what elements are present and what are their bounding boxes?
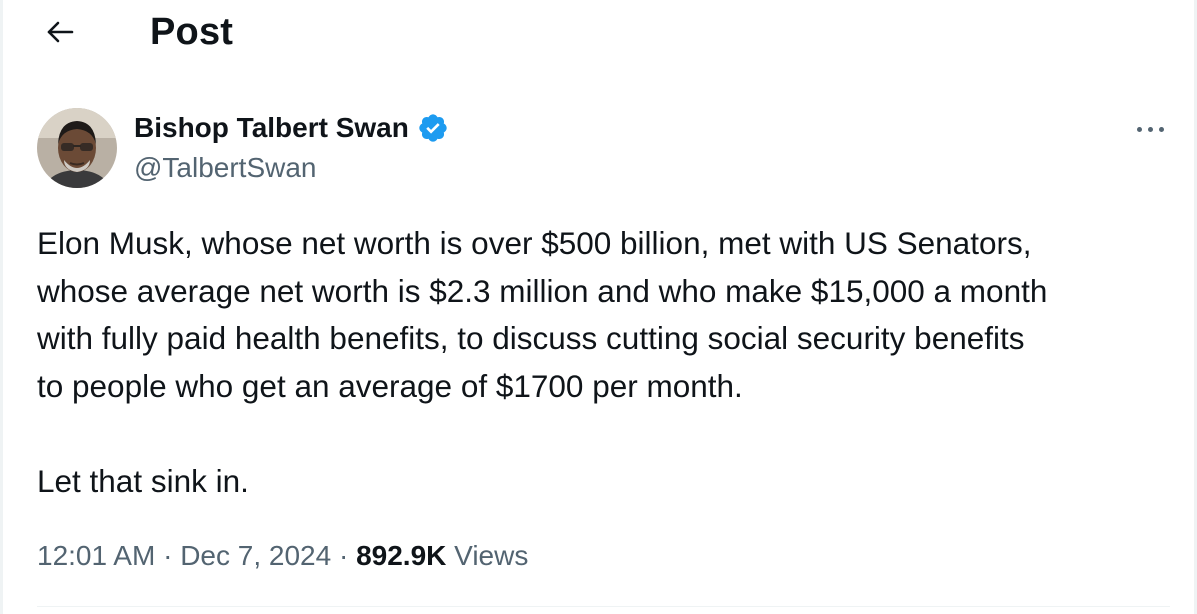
separator: ·	[331, 540, 357, 571]
avatar[interactable]	[37, 108, 117, 188]
verified-badge-icon	[419, 114, 447, 142]
page-header: Post	[0, 0, 1197, 64]
separator: ·	[155, 540, 181, 571]
timestamp-link[interactable]: 12:01 AM · Dec 7, 2024	[37, 540, 331, 571]
left-border	[0, 0, 3, 614]
tweet-line: to people who get an average of $1700 pe…	[37, 367, 743, 404]
more-horizontal-icon	[1136, 126, 1142, 132]
author-info: Bishop Talbert Swan @TalbertSwan	[134, 108, 449, 188]
tweet-line: Elon Musk, whose net worth is over $500 …	[37, 225, 1032, 261]
page-title: Post	[150, 11, 234, 53]
author-name[interactable]: Bishop Talbert Swan	[134, 108, 409, 148]
more-horizontal-icon	[1147, 126, 1153, 132]
author-name-row: Bishop Talbert Swan	[134, 108, 449, 148]
tweet-metadata: 12:01 AM · Dec 7, 2024 · 892.9K Views	[37, 534, 528, 578]
post-page: Post Bishop Talbert Swan @TalbertSwan El…	[0, 0, 1197, 614]
post-date: Dec 7, 2024	[180, 540, 332, 571]
more-horizontal-icon	[1158, 126, 1164, 132]
back-button[interactable]	[36, 10, 84, 54]
tweet-line: with fully paid health benefits, to disc…	[37, 320, 1025, 356]
tweet-closing-line: Let that sink in.	[37, 462, 249, 499]
views-count[interactable]: 892.9K	[356, 540, 446, 571]
views-label: Views	[446, 540, 529, 571]
tweet-text: Elon Musk, whose net worth is over $500 …	[37, 220, 1177, 505]
post-time: 12:01 AM	[37, 540, 156, 571]
divider	[37, 606, 1170, 607]
profile-photo	[37, 108, 117, 188]
tweet-line: whose average net worth is $2.3 million …	[37, 272, 1048, 309]
arrow-left-icon	[47, 21, 74, 43]
more-options-button[interactable]	[1128, 114, 1172, 144]
author-handle[interactable]: @TalbertSwan	[134, 148, 449, 188]
